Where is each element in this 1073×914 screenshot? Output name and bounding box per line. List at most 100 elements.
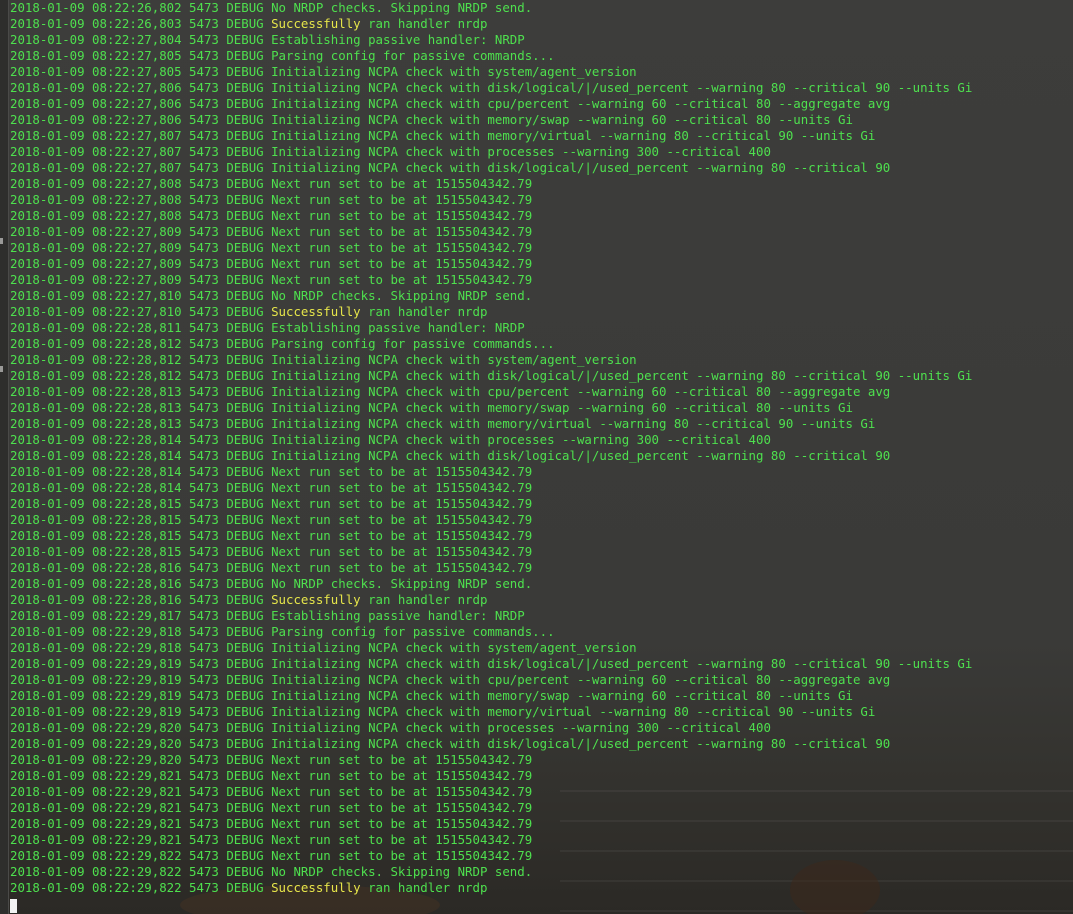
log-text: 2018-01-09 08:22:27,807 5473 DEBUG Initi…: [10, 144, 771, 159]
log-line: 2018-01-09 08:22:29,819 5473 DEBUG Initi…: [9, 704, 1073, 720]
log-line: 2018-01-09 08:22:29,822 5473 DEBUG Succe…: [9, 880, 1073, 896]
log-text-after: ran handler nrdp: [360, 304, 488, 319]
log-text: 2018-01-09 08:22:29,820 5473 DEBUG Next …: [10, 752, 533, 767]
log-text: 2018-01-09 08:22:27,809 5473 DEBUG Next …: [10, 256, 533, 271]
log-line: 2018-01-09 08:22:29,820 5473 DEBUG Initi…: [9, 720, 1073, 736]
log-line: 2018-01-09 08:22:29,821 5473 DEBUG Next …: [9, 832, 1073, 848]
log-text: 2018-01-09 08:22:27,807 5473 DEBUG Initi…: [10, 160, 891, 175]
log-line: 2018-01-09 08:22:28,814 5473 DEBUG Initi…: [9, 432, 1073, 448]
log-line: 2018-01-09 08:22:26,803 5473 DEBUG Succe…: [9, 16, 1073, 32]
log-line: 2018-01-09 08:22:28,813 5473 DEBUG Initi…: [9, 400, 1073, 416]
log-text: 2018-01-09 08:22:28,816 5473 DEBUG Next …: [10, 560, 533, 575]
log-text: 2018-01-09 08:22:28,815 5473 DEBUG Next …: [10, 496, 533, 511]
log-highlight: Successfully: [271, 304, 361, 319]
log-text-after: ran handler nrdp: [360, 16, 488, 31]
log-line: 2018-01-09 08:22:27,809 5473 DEBUG Next …: [9, 256, 1073, 272]
log-text: 2018-01-09 08:22:27,809 5473 DEBUG Next …: [10, 224, 533, 239]
log-line: 2018-01-09 08:22:28,814 5473 DEBUG Next …: [9, 480, 1073, 496]
log-line: 2018-01-09 08:22:29,819 5473 DEBUG Initi…: [9, 656, 1073, 672]
log-line: 2018-01-09 08:22:29,820 5473 DEBUG Initi…: [9, 736, 1073, 752]
log-text: 2018-01-09 08:22:28,813 5473 DEBUG Initi…: [10, 384, 891, 399]
log-line: 2018-01-09 08:22:29,822 5473 DEBUG No NR…: [9, 864, 1073, 880]
log-line: 2018-01-09 08:22:29,820 5473 DEBUG Next …: [9, 752, 1073, 768]
log-text: 2018-01-09 08:22:27,806 5473 DEBUG Initi…: [10, 96, 891, 111]
log-line: 2018-01-09 08:22:27,806 5473 DEBUG Initi…: [9, 80, 1073, 96]
log-text: 2018-01-09 08:22:29,819 5473 DEBUG Initi…: [10, 704, 876, 719]
log-line: 2018-01-09 08:22:28,812 5473 DEBUG Initi…: [9, 368, 1073, 384]
log-highlight: Successfully: [271, 880, 361, 895]
log-line: 2018-01-09 08:22:27,804 5473 DEBUG Estab…: [9, 32, 1073, 48]
log-line: 2018-01-09 08:22:29,818 5473 DEBUG Initi…: [9, 640, 1073, 656]
log-line: 2018-01-09 08:22:27,807 5473 DEBUG Initi…: [9, 128, 1073, 144]
log-line: 2018-01-09 08:22:27,808 5473 DEBUG Next …: [9, 208, 1073, 224]
log-text: 2018-01-09 08:22:28,814 5473 DEBUG Initi…: [10, 448, 891, 463]
log-line: 2018-01-09 08:22:27,807 5473 DEBUG Initi…: [9, 160, 1073, 176]
log-line: 2018-01-09 08:22:29,821 5473 DEBUG Next …: [9, 784, 1073, 800]
log-line: 2018-01-09 08:22:28,815 5473 DEBUG Next …: [9, 544, 1073, 560]
log-line: 2018-01-09 08:22:29,821 5473 DEBUG Next …: [9, 816, 1073, 832]
log-line: 2018-01-09 08:22:28,812 5473 DEBUG Initi…: [9, 352, 1073, 368]
log-text: 2018-01-09 08:22:28,815 5473 DEBUG Next …: [10, 528, 533, 543]
log-line: 2018-01-09 08:22:28,815 5473 DEBUG Next …: [9, 512, 1073, 528]
edge-marker: [0, 366, 3, 372]
log-text: 2018-01-09 08:22:29,820 5473 DEBUG Initi…: [10, 720, 771, 735]
log-text: 2018-01-09 08:22:28,812 5473 DEBUG Initi…: [10, 352, 637, 367]
log-line: 2018-01-09 08:22:28,816 5473 DEBUG Succe…: [9, 592, 1073, 608]
log-text: 2018-01-09 08:22:27,808 5473 DEBUG Next …: [10, 208, 533, 223]
edge-marker: [0, 238, 3, 244]
log-line: 2018-01-09 08:22:28,816 5473 DEBUG Next …: [9, 560, 1073, 576]
log-line: 2018-01-09 08:22:27,808 5473 DEBUG Next …: [9, 176, 1073, 192]
log-line: 2018-01-09 08:22:27,809 5473 DEBUG Next …: [9, 240, 1073, 256]
log-line: 2018-01-09 08:22:29,819 5473 DEBUG Initi…: [9, 688, 1073, 704]
log-highlight: Successfully: [271, 16, 361, 31]
log-text: 2018-01-09 08:22:28,812 5473 DEBUG Parsi…: [10, 336, 555, 351]
log-line: 2018-01-09 08:22:28,814 5473 DEBUG Next …: [9, 464, 1073, 480]
log-line: 2018-01-09 08:22:28,813 5473 DEBUG Initi…: [9, 384, 1073, 400]
log-text: 2018-01-09 08:22:27,806 5473 DEBUG Initi…: [10, 112, 853, 127]
log-line: 2018-01-09 08:22:26,802 5473 DEBUG No NR…: [9, 0, 1073, 16]
log-text: 2018-01-09 08:22:27,804 5473 DEBUG Estab…: [10, 32, 525, 47]
log-text: 2018-01-09 08:22:27,809 5473 DEBUG Next …: [10, 240, 533, 255]
terminal-output[interactable]: 2018-01-09 08:22:26,802 5473 DEBUG No NR…: [9, 0, 1073, 914]
log-text: 2018-01-09 08:22:28,813 5473 DEBUG Initi…: [10, 416, 876, 431]
window-left-edge: [0, 0, 9, 914]
log-line: 2018-01-09 08:22:27,807 5473 DEBUG Initi…: [9, 144, 1073, 160]
log-text: 2018-01-09 08:22:29,819 5473 DEBUG Initi…: [10, 688, 853, 703]
log-highlight: Successfully: [271, 592, 361, 607]
log-line: 2018-01-09 08:22:27,810 5473 DEBUG Succe…: [9, 304, 1073, 320]
log-text: 2018-01-09 08:22:29,822 5473 DEBUG: [10, 880, 272, 895]
log-text: 2018-01-09 08:22:27,808 5473 DEBUG Next …: [10, 192, 533, 207]
terminal-cursor: [10, 899, 17, 913]
log-text-after: ran handler nrdp: [360, 592, 488, 607]
log-text: 2018-01-09 08:22:29,821 5473 DEBUG Next …: [10, 832, 533, 847]
log-text: 2018-01-09 08:22:27,805 5473 DEBUG Initi…: [10, 64, 637, 79]
log-text: 2018-01-09 08:22:27,805 5473 DEBUG Parsi…: [10, 48, 555, 63]
log-text: 2018-01-09 08:22:27,807 5473 DEBUG Initi…: [10, 128, 876, 143]
log-text: 2018-01-09 08:22:28,815 5473 DEBUG Next …: [10, 544, 533, 559]
log-text: 2018-01-09 08:22:28,814 5473 DEBUG Next …: [10, 464, 533, 479]
log-line: 2018-01-09 08:22:27,809 5473 DEBUG Next …: [9, 224, 1073, 240]
log-line: 2018-01-09 08:22:28,813 5473 DEBUG Initi…: [9, 416, 1073, 432]
log-text: 2018-01-09 08:22:27,810 5473 DEBUG No NR…: [10, 288, 533, 303]
log-text: 2018-01-09 08:22:26,802 5473 DEBUG No NR…: [10, 0, 533, 15]
log-line: 2018-01-09 08:22:27,805 5473 DEBUG Parsi…: [9, 48, 1073, 64]
log-text-after: ran handler nrdp: [360, 880, 488, 895]
log-text: 2018-01-09 08:22:28,815 5473 DEBUG Next …: [10, 512, 533, 527]
log-text: 2018-01-09 08:22:29,818 5473 DEBUG Initi…: [10, 640, 637, 655]
log-line: 2018-01-09 08:22:29,819 5473 DEBUG Initi…: [9, 672, 1073, 688]
log-line: 2018-01-09 08:22:28,814 5473 DEBUG Initi…: [9, 448, 1073, 464]
log-line: 2018-01-09 08:22:29,818 5473 DEBUG Parsi…: [9, 624, 1073, 640]
log-line: 2018-01-09 08:22:29,821 5473 DEBUG Next …: [9, 768, 1073, 784]
log-text: 2018-01-09 08:22:29,821 5473 DEBUG Next …: [10, 816, 533, 831]
log-text: 2018-01-09 08:22:29,818 5473 DEBUG Parsi…: [10, 624, 555, 639]
log-line: 2018-01-09 08:22:28,811 5473 DEBUG Estab…: [9, 320, 1073, 336]
log-text: 2018-01-09 08:22:28,816 5473 DEBUG: [10, 592, 272, 607]
log-text: 2018-01-09 08:22:29,817 5473 DEBUG Estab…: [10, 608, 525, 623]
log-line: 2018-01-09 08:22:28,815 5473 DEBUG Next …: [9, 496, 1073, 512]
log-text: 2018-01-09 08:22:29,821 5473 DEBUG Next …: [10, 784, 533, 799]
log-text: 2018-01-09 08:22:28,813 5473 DEBUG Initi…: [10, 400, 853, 415]
log-text: 2018-01-09 08:22:27,808 5473 DEBUG Next …: [10, 176, 533, 191]
log-line: 2018-01-09 08:22:27,809 5473 DEBUG Next …: [9, 272, 1073, 288]
log-line: 2018-01-09 08:22:27,806 5473 DEBUG Initi…: [9, 96, 1073, 112]
log-text: 2018-01-09 08:22:28,816 5473 DEBUG No NR…: [10, 576, 533, 591]
